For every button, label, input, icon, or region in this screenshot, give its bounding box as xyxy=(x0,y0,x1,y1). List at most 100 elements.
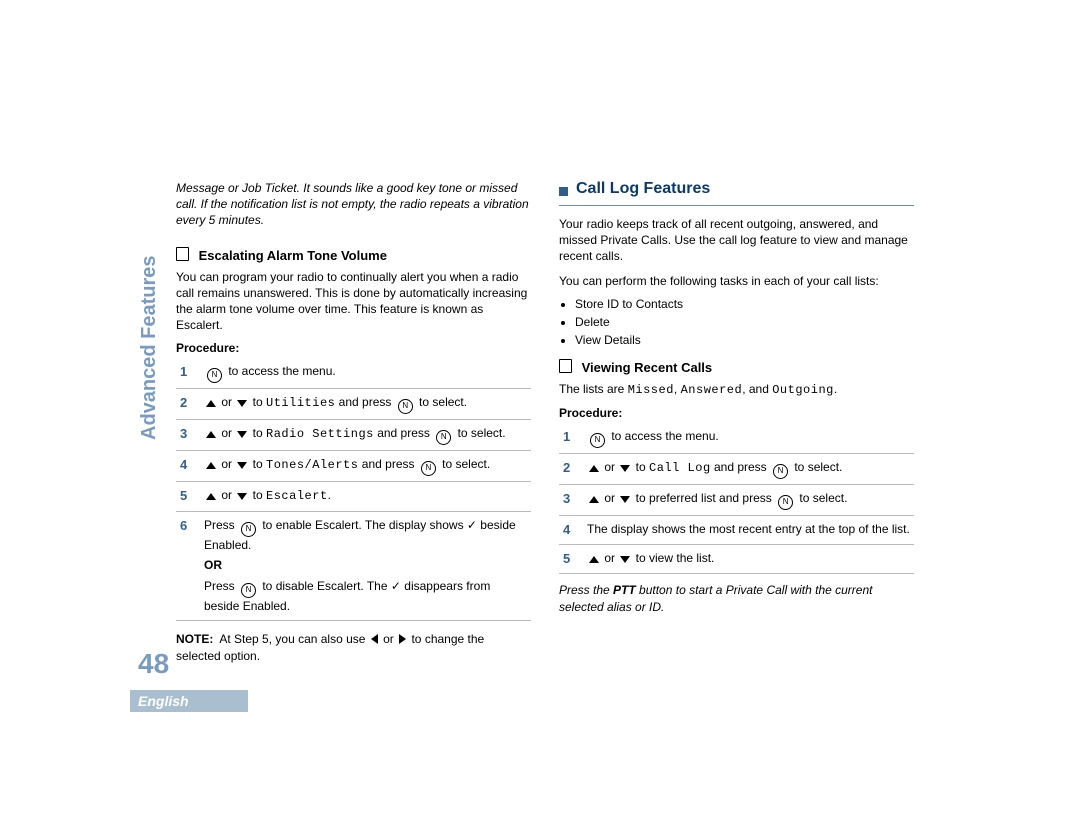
step-tail: . xyxy=(328,488,331,502)
step-row: 6 Press N to enable Escalert. The displa… xyxy=(176,511,531,620)
step-number: 5 xyxy=(559,545,583,574)
subheading-text: Viewing Recent Calls xyxy=(582,360,713,375)
step-row: 5 or to Escalert. xyxy=(176,482,531,511)
book-icon xyxy=(176,247,189,261)
text-fragment: . xyxy=(834,382,837,396)
menu-item: Answered xyxy=(681,383,743,397)
step-tail: to view the list. xyxy=(632,551,714,565)
ok-icon: N xyxy=(241,583,256,598)
note-fragment: At Step 5, you can also use xyxy=(219,632,368,646)
step-row: 3 or to Radio Settings and press N to se… xyxy=(176,420,531,451)
procedure-steps-right: 1 N to access the menu. 2 or to Call Log… xyxy=(559,423,914,574)
down-arrow-icon xyxy=(237,462,247,469)
down-arrow-icon xyxy=(237,431,247,438)
up-arrow-icon xyxy=(206,400,216,407)
step-text: or to Radio Settings and press N to sele… xyxy=(200,420,531,451)
step-text: or to Tones/Alerts and press N to select… xyxy=(200,451,531,482)
text-fragment: , xyxy=(674,382,681,396)
step-number: 3 xyxy=(176,420,200,451)
step-text: or to view the list. xyxy=(583,545,914,574)
note-block: NOTE: At Step 5, you can also use or to … xyxy=(176,631,531,665)
subheading-escalating: Escalating Alarm Tone Volume xyxy=(176,247,531,263)
left-arrow-icon xyxy=(371,634,378,644)
menu-item: Outgoing xyxy=(772,383,834,397)
step-number: 6 xyxy=(176,511,200,620)
step-fragment: to preferred list and press xyxy=(632,491,775,505)
bullet-item: Delete xyxy=(575,315,914,329)
step-row: 2 or to Utilities and press N to select. xyxy=(176,389,531,420)
text-fragment: The lists are xyxy=(559,382,628,396)
down-arrow-icon xyxy=(620,556,630,563)
section-heading: Call Log Features xyxy=(576,180,710,198)
menu-item: Utilities xyxy=(266,396,335,410)
ok-icon: N xyxy=(207,368,222,383)
up-arrow-icon xyxy=(206,462,216,469)
down-arrow-icon xyxy=(620,465,630,472)
down-arrow-icon xyxy=(237,400,247,407)
ptt-bold: PTT xyxy=(613,583,636,597)
up-arrow-icon xyxy=(589,465,599,472)
ok-icon: N xyxy=(436,430,451,445)
left-column: Message or Job Ticket. It sounds like a … xyxy=(176,180,531,660)
step-row: 1 N to access the menu. xyxy=(559,423,914,454)
right-arrow-icon xyxy=(399,634,406,644)
lists-line: The lists are Missed, Answered, and Outg… xyxy=(559,381,914,398)
step-number: 1 xyxy=(176,358,200,389)
ok-icon: N xyxy=(590,433,605,448)
tail-note: Press the PTT button to start a Private … xyxy=(559,582,914,614)
down-arrow-icon xyxy=(237,493,247,500)
step-fragment: Press xyxy=(204,579,238,593)
step-text: or to Utilities and press N to select. xyxy=(200,389,531,420)
right-column: Call Log Features Your radio keeps track… xyxy=(559,180,914,660)
step-text: or to Escalert. xyxy=(200,482,531,511)
body-paragraph: You can program your radio to continuall… xyxy=(176,269,531,334)
check-icon: ✓ xyxy=(391,579,401,593)
side-section-label: Advanced Features xyxy=(138,255,161,440)
step-number: 2 xyxy=(176,389,200,420)
step-text: Press N to enable Escalert. The display … xyxy=(200,511,531,620)
check-icon: ✓ xyxy=(467,518,477,532)
step-number: 4 xyxy=(176,451,200,482)
step-tail: to select. xyxy=(454,426,505,440)
ok-icon: N xyxy=(773,464,788,479)
step-number: 5 xyxy=(176,482,200,511)
menu-item: Tones/Alerts xyxy=(266,458,358,472)
menu-item: Escalert xyxy=(266,489,328,503)
subheading-text: Escalating Alarm Tone Volume xyxy=(199,248,387,263)
step-tail: to select. xyxy=(796,491,847,505)
step-fragment: to disable Escalert. The xyxy=(259,579,391,593)
step-number: 1 xyxy=(559,423,583,454)
step-row: 1 N to access the menu. xyxy=(176,358,531,389)
up-arrow-icon xyxy=(206,493,216,500)
or-label: OR xyxy=(204,557,527,574)
procedure-label: Procedure: xyxy=(176,341,531,355)
up-arrow-icon xyxy=(589,556,599,563)
step-text: or to preferred list and press N to sele… xyxy=(583,484,914,515)
menu-item: Radio Settings xyxy=(266,427,374,441)
step-number: 2 xyxy=(559,453,583,484)
book-icon xyxy=(559,359,572,373)
note-fragment: or xyxy=(380,632,397,646)
down-arrow-icon xyxy=(620,496,630,503)
continuation-note: Message or Job Ticket. It sounds like a … xyxy=(176,180,531,229)
language-tab: English xyxy=(130,690,248,712)
ok-icon: N xyxy=(421,461,436,476)
up-arrow-icon xyxy=(206,431,216,438)
procedure-steps-left: 1 N to access the menu. 2 or to Utilitie… xyxy=(176,358,531,621)
body-paragraph: Your radio keeps track of all recent out… xyxy=(559,216,914,265)
step-row: 4 The display shows the most recent entr… xyxy=(559,515,914,544)
subheading-viewing: Viewing Recent Calls xyxy=(559,359,914,375)
square-bullet-icon xyxy=(559,187,568,196)
step-tail: to select. xyxy=(416,395,467,409)
menu-item: Call Log xyxy=(649,461,711,475)
text-fragment: , and xyxy=(742,382,772,396)
bullet-item: View Details xyxy=(575,333,914,347)
step-row: 3 or to preferred list and press N to se… xyxy=(559,484,914,515)
section-head-row: Call Log Features xyxy=(559,180,914,206)
step-row: 2 or to Call Log and press N to select. xyxy=(559,453,914,484)
menu-item: Missed xyxy=(628,383,674,397)
step-tail: to access the menu. xyxy=(608,429,719,443)
step-text: The display shows the most recent entry … xyxy=(583,515,914,544)
step-number: 4 xyxy=(559,515,583,544)
step-text: or to Call Log and press N to select. xyxy=(583,453,914,484)
